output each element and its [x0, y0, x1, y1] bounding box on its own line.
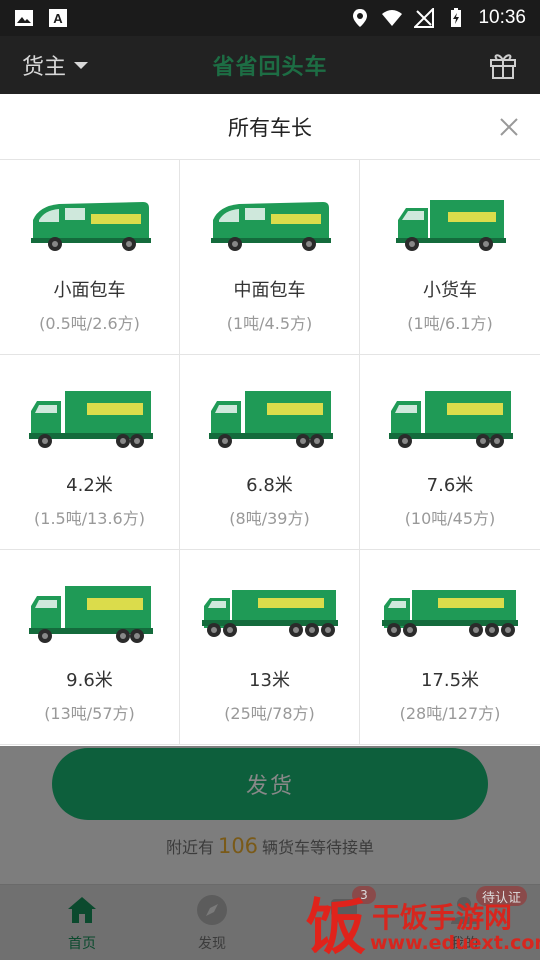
svg-text:A: A	[53, 11, 63, 26]
vehicle-option[interactable]: 4.2米 (1.5吨/13.6方)	[0, 355, 180, 550]
vehicle-option[interactable]: 13米 (25吨/78方)	[180, 550, 360, 745]
vehicle-option[interactable]: 中面包车 (1吨/4.5方)	[180, 160, 360, 355]
sheet-header: 所有车长	[0, 94, 540, 160]
truck-icon	[10, 574, 170, 654]
vehicle-length-sheet: 所有车长 小面包车 (0.5吨/2.6方) 中面包车 (1吨/4.5方) 小货车 (1…	[0, 94, 540, 746]
vehicle-option[interactable]: 17.5米 (28吨/127方)	[360, 550, 540, 745]
tab-home[interactable]: 首页	[42, 893, 122, 953]
nearby-suffix: 辆货车等待接单	[262, 838, 375, 857]
nearby-trucks-text: 附近有 106 辆货车等待接单	[0, 834, 540, 858]
vehicle-name: 17.5米	[420, 670, 480, 691]
vehicle-capacity: (1吨/6.1方)	[407, 314, 493, 333]
van-icon	[190, 184, 350, 264]
vehicle-name: 4.2米	[66, 475, 113, 496]
vehicle-capacity: (28吨/127方)	[399, 704, 501, 723]
trailer-truck-icon	[370, 574, 530, 654]
watermark-url: www.eduext.com	[370, 932, 540, 954]
vehicle-name: 小货车	[423, 280, 477, 301]
role-selector[interactable]: 货主	[22, 49, 89, 81]
gift-icon[interactable]	[488, 50, 518, 80]
vehicle-name: 中面包车	[233, 280, 306, 301]
ship-button[interactable]: 发货	[52, 748, 488, 820]
tab-label: 发现	[198, 936, 226, 952]
vehicle-capacity: (0.5吨/2.6方)	[39, 314, 140, 333]
vehicle-option[interactable]: 小面包车 (0.5吨/2.6方)	[0, 160, 180, 355]
vehicle-option[interactable]: 9.6米 (13吨/57方)	[0, 550, 180, 745]
app-header: 货主 省省回头车	[0, 36, 540, 94]
vehicle-name: 小面包车	[53, 280, 126, 301]
tab-discover[interactable]: 发现	[172, 893, 252, 953]
van-icon	[10, 184, 170, 264]
dropdown-caret-icon	[74, 61, 89, 69]
nearby-prefix: 附近有	[165, 838, 214, 857]
battery-charging-icon	[451, 8, 462, 27]
vehicle-capacity: (10吨/45方)	[404, 509, 496, 528]
close-icon[interactable]	[498, 116, 520, 138]
truck-icon	[370, 379, 530, 459]
vehicle-name: 7.6米	[426, 475, 474, 496]
vehicle-capacity: (13吨/57方)	[44, 704, 135, 723]
tab-label: 首页	[68, 936, 96, 952]
vehicle-option[interactable]: 7.6米 (10吨/45方)	[360, 355, 540, 550]
truck-icon	[190, 379, 350, 459]
vehicle-grid: 小面包车 (0.5吨/2.6方) 中面包车 (1吨/4.5方) 小货车 (1吨/6.1…	[0, 160, 540, 745]
trailer-truck-icon	[190, 574, 350, 654]
vehicle-capacity: (1吨/4.5方)	[226, 314, 313, 333]
nearby-count: 106	[217, 834, 259, 858]
home-icon	[68, 897, 96, 923]
vehicle-option[interactable]: 6.8米 (8吨/39方)	[180, 355, 360, 550]
vehicle-name: 9.6米	[66, 670, 113, 691]
truck-icon	[10, 379, 170, 459]
wifi-icon	[382, 10, 403, 26]
signal-off-icon	[414, 8, 435, 28]
clock: 10:36	[478, 7, 526, 28]
vehicle-option[interactable]: 小货车 (1吨/6.1方)	[360, 160, 540, 355]
vehicle-capacity: (1.5吨/13.6方)	[34, 509, 145, 528]
sheet-title: 所有车长	[228, 115, 312, 140]
small-truck-icon	[370, 184, 530, 264]
vehicle-name: 13米	[249, 670, 290, 691]
location-icon	[353, 9, 368, 27]
vehicle-name: 6.8米	[246, 475, 293, 496]
text-notification-icon: A	[49, 9, 67, 27]
compass-icon	[197, 895, 227, 925]
status-bar: A 10:36	[0, 0, 540, 36]
vehicle-capacity: (25吨/78方)	[224, 704, 315, 723]
role-label: 货主	[22, 55, 67, 80]
watermark-text: 干饭手游网	[372, 901, 513, 934]
gallery-icon	[15, 10, 33, 26]
vehicle-capacity: (8吨/39方)	[229, 509, 310, 528]
